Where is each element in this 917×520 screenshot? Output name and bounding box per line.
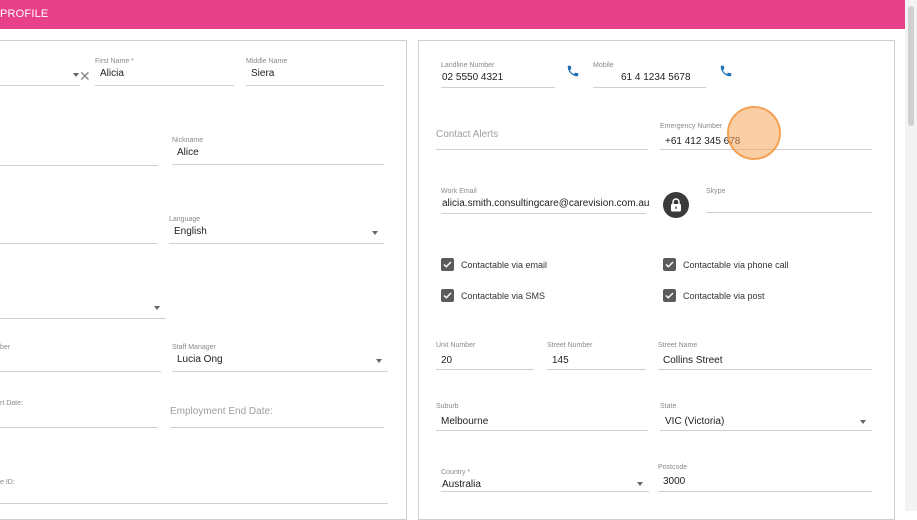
scroll-thumb[interactable] <box>908 6 914 126</box>
phone-icon[interactable] <box>566 64 580 78</box>
postcode-field[interactable]: Postcode 3000 <box>658 464 872 492</box>
check-icon <box>663 258 676 271</box>
street-number-field[interactable]: Street Number 145 <box>547 342 646 370</box>
language-select[interactable]: Language English <box>169 216 384 244</box>
contact-alerts-field[interactable]: Contact Alerts <box>436 123 648 150</box>
clear-icon[interactable]: ✕ <box>79 69 91 83</box>
contactable-phone-call-checkbox[interactable]: Contactable via phone call <box>663 258 789 271</box>
gender-field[interactable] <box>0 216 157 244</box>
contactable-sms-checkbox[interactable]: Contactable via SMS <box>441 289 545 302</box>
lock-icon <box>671 198 681 212</box>
check-icon <box>441 289 454 302</box>
role-select[interactable] <box>0 291 166 319</box>
check-icon <box>663 289 676 302</box>
cursor-highlight <box>727 106 781 160</box>
title-select[interactable] <box>0 58 80 86</box>
personal-details-panel <box>0 40 407 520</box>
scrollbar[interactable] <box>905 0 917 511</box>
street-name-field[interactable]: Street Name Collins Street <box>658 342 872 370</box>
staff-manager-select[interactable]: Staff Manager Lucia Ong <box>172 344 388 372</box>
lock-button[interactable] <box>663 192 689 218</box>
contact-details-panel <box>418 40 895 520</box>
last-name-field[interactable] <box>0 138 158 166</box>
employee-id-field[interactable]: e ID: <box>0 476 388 504</box>
page-header: PROFILE <box>0 0 905 29</box>
nickname-field[interactable]: Nickname Alice <box>172 137 384 165</box>
mobile-field[interactable]: Mobile 61 4 1234 5678 <box>593 62 706 88</box>
contactable-email-checkbox[interactable]: Contactable via email <box>441 258 547 271</box>
contactable-post-checkbox[interactable]: Contactable via post <box>663 289 765 302</box>
country-select[interactable]: Country * Australia <box>441 469 649 492</box>
state-select[interactable]: State VIC (Victoria) <box>660 403 872 431</box>
employment-end-date-field[interactable]: Employment End Date: <box>170 400 384 428</box>
middle-name-field[interactable]: Middle Name Siera <box>246 58 384 86</box>
check-icon <box>441 258 454 271</box>
staff-number-field[interactable]: ber <box>0 344 161 372</box>
work-email-field[interactable]: Work Email alicia.smith.consultingcare@c… <box>441 188 649 214</box>
skype-field[interactable]: Skype <box>706 188 872 213</box>
unit-number-field[interactable]: Unit Number 20 <box>436 342 534 370</box>
employment-start-date-field[interactable]: rt Date: <box>0 400 158 428</box>
landline-number-field[interactable]: Landline Number 02 5550 4321 <box>441 62 555 88</box>
first-name-field[interactable]: First Name * Alicia <box>95 58 234 86</box>
suburb-field[interactable]: Suburb Melbourne <box>436 403 648 431</box>
phone-icon[interactable] <box>719 64 733 78</box>
page-title: PROFILE <box>0 8 49 20</box>
